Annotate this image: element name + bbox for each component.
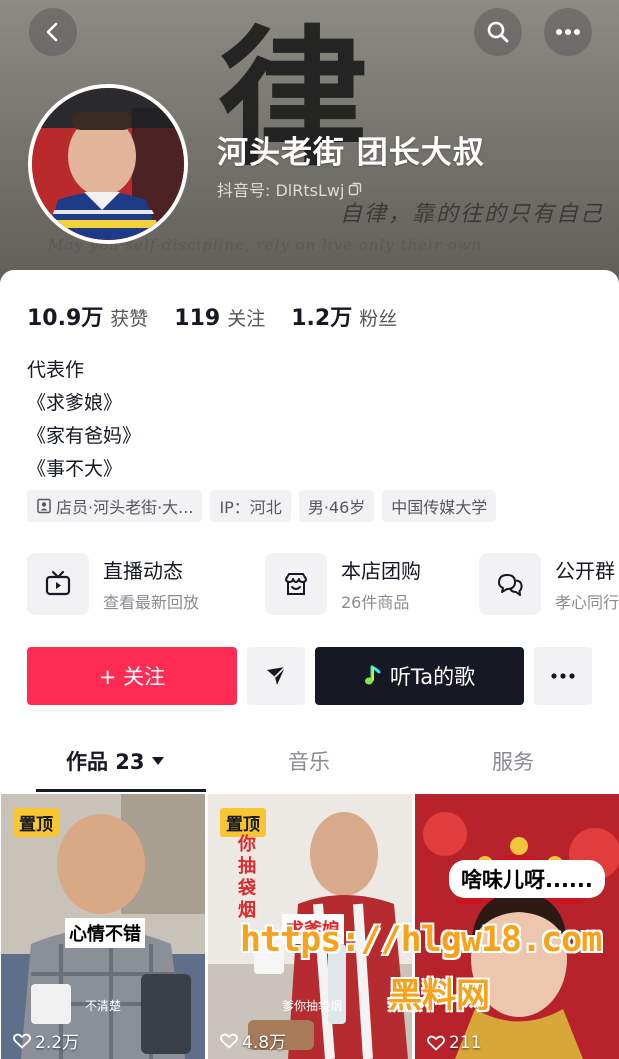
ellipsis-icon <box>551 673 575 679</box>
avatar-image <box>32 88 184 240</box>
chat-icon <box>498 574 523 596</box>
service-group-subtitle: 孝心同行 <box>555 593 619 612</box>
service-group[interactable]: 公开群 孝心同行 <box>479 553 619 615</box>
service-live[interactable]: 直播动态 查看最新回放 <box>27 553 199 615</box>
caret-down-icon <box>151 757 164 765</box>
ip-tag: IP：河北 <box>210 490 291 522</box>
pinned-badge: 置顶 <box>220 808 266 837</box>
video-likes-count: 4.8万 <box>242 1033 287 1053</box>
heart-icon <box>13 1033 31 1049</box>
tv-icon <box>45 570 71 596</box>
video-likes-count: 2.2万 <box>35 1033 80 1053</box>
badge-icon <box>37 498 51 514</box>
copy-icon[interactable] <box>348 182 362 196</box>
watermark-name: 黑料网 <box>388 976 490 1016</box>
bio-work: 《事不大》 <box>27 458 123 480</box>
following-label[interactable]: 关注 <box>227 304 265 331</box>
banner-motto: 自律，靠的往的只有自己 <box>340 202 605 227</box>
listen-song-label: 听Ta的歌 <box>389 665 476 689</box>
douyin-id-text: 抖音号: DlRtsLwj <box>217 181 345 200</box>
likes-count: 10.9万 <box>27 306 104 331</box>
tab-service[interactable]: 服务 <box>492 746 534 776</box>
avatar[interactable] <box>28 84 188 244</box>
followers-count[interactable]: 1.2万 <box>291 300 352 332</box>
service-live-subtitle: 查看最新回放 <box>103 593 200 612</box>
heart-icon <box>220 1033 238 1049</box>
video-subcaption: 不清楚 <box>85 999 122 1013</box>
watermark-url: https://hlgw18.com <box>240 920 602 960</box>
listen-song-button[interactable]: 听Ta的歌 <box>315 647 524 705</box>
heart-icon <box>427 1035 445 1051</box>
bio-work: 《求爹娘》 <box>27 392 123 414</box>
video-vertical-caption: 你抽袋烟 <box>238 834 256 921</box>
stats-row: 10.9万 获赞 119 关注 1.2万 粉丝 <box>27 300 423 332</box>
follow-button[interactable]: + 关注 <box>27 647 237 705</box>
video-caption: 啥味儿呀...... <box>449 860 605 898</box>
followers-label[interactable]: 粉丝 <box>359 304 397 331</box>
service-shop-title: 本店团购 <box>341 559 421 583</box>
gender-age-tag: 男·46岁 <box>298 490 375 522</box>
douyin-id[interactable]: 抖音号: DlRtsLwj <box>217 177 362 201</box>
more-actions-button[interactable] <box>534 647 592 705</box>
video-subcaption: 爹你抽袋烟 <box>282 999 343 1013</box>
bio-work: 《家有爸妈》 <box>27 425 142 447</box>
following-count[interactable]: 119 <box>174 306 220 331</box>
video-likes: 211 <box>427 1033 481 1053</box>
service-group-title: 公开群 <box>555 559 615 583</box>
bio-heading: 代表作 <box>27 359 85 381</box>
store-tag[interactable]: 店员·河头老街·大... <box>27 490 203 522</box>
shop-icon <box>285 573 307 595</box>
chevron-left-icon <box>46 22 58 42</box>
video-likes-count: 211 <box>449 1033 482 1053</box>
music-note-icon <box>364 665 381 685</box>
back-button[interactable] <box>29 8 77 56</box>
share-button[interactable] <box>247 647 305 705</box>
service-shop[interactable]: 本店团购 26件商品 <box>265 553 421 615</box>
video-thumbnail[interactable]: 置顶 心情不错 不清楚 2.2万 <box>1 794 205 1059</box>
search-button[interactable] <box>474 8 522 56</box>
school-tag[interactable]: 中国传媒大学 <box>382 490 497 522</box>
video-likes: 2.2万 <box>13 1028 79 1053</box>
more-options-button[interactable] <box>544 8 592 56</box>
bio: 代表作 《求爹娘》 《家有爸妈》 《事不大》 <box>27 354 141 486</box>
nickname: 河头老街 团长大叔 <box>217 135 485 171</box>
paper-plane-icon <box>267 666 286 685</box>
pinned-badge: 置顶 <box>13 808 59 837</box>
service-live-title: 直播动态 <box>103 559 183 583</box>
services-row: 直播动态 查看最新回放 本店团购 26件商品 公开群 孝心同行 <box>27 553 619 619</box>
search-icon <box>487 21 509 43</box>
video-caption: 心情不错 <box>65 918 145 948</box>
ellipsis-icon <box>556 29 580 35</box>
likes-label: 获赞 <box>110 308 149 330</box>
tab-active-indicator <box>36 789 206 792</box>
tab-music[interactable]: 音乐 <box>288 746 330 776</box>
tab-works[interactable]: 作品 23 <box>66 746 165 776</box>
profile-tags: 店员·河头老街·大... IP：河北 男·46岁 中国传媒大学 <box>27 490 497 522</box>
content-tabs: 作品 23 音乐 服务 <box>0 730 619 794</box>
store-tag-label: 店员·河头老街·大... <box>56 498 194 517</box>
video-likes: 4.8万 <box>220 1028 286 1053</box>
tab-works-label: 作品 23 <box>66 750 145 774</box>
service-shop-subtitle: 26件商品 <box>341 593 410 612</box>
